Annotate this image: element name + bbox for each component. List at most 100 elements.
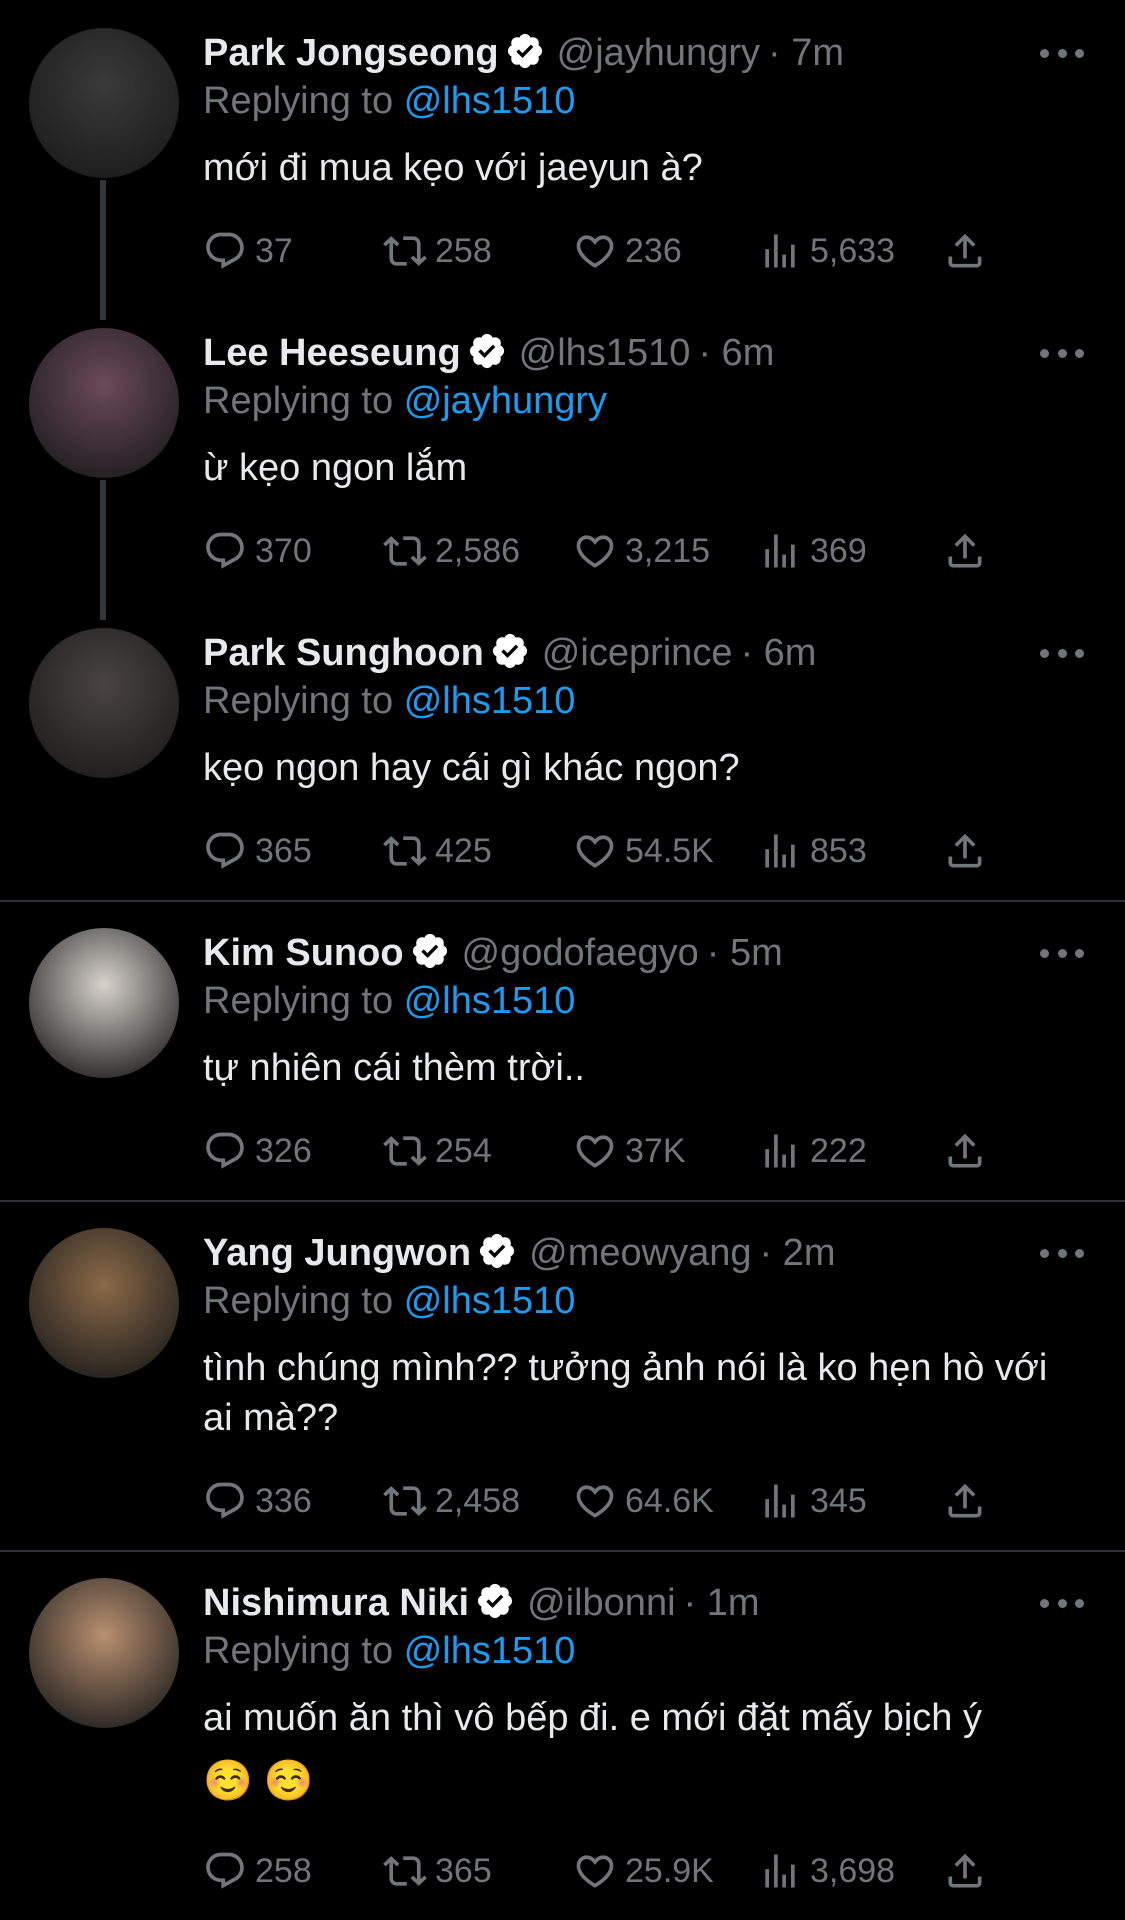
views-button[interactable]: 222 <box>758 1126 867 1176</box>
views-button[interactable]: 853 <box>758 826 867 876</box>
mention-link[interactable]: @lhs1510 <box>404 680 576 722</box>
reply-button[interactable]: 365 <box>203 826 312 876</box>
reply-button[interactable]: 37 <box>203 226 293 276</box>
avatar[interactable] <box>29 628 179 778</box>
retweet-icon <box>383 1479 427 1523</box>
avatar[interactable] <box>29 1228 179 1378</box>
replying-to: Replying to @lhs1510 <box>203 78 575 124</box>
more-dot <box>1075 648 1084 658</box>
reply-button[interactable]: 258 <box>203 1846 312 1896</box>
share-button[interactable] <box>943 526 995 576</box>
share-icon <box>943 529 987 573</box>
verified-badge-icon <box>477 1231 517 1271</box>
timestamp[interactable]: · 7m <box>768 32 844 74</box>
tweet-header: Nishimura Niki @ilbonni · 1m <box>203 1580 760 1626</box>
reply-count: 365 <box>255 831 312 870</box>
tweet-header: Park Jongseong @jayhungry · 7m <box>203 30 844 76</box>
like-icon <box>573 529 617 573</box>
views-button[interactable]: 345 <box>758 1476 867 1526</box>
like-button[interactable]: 236 <box>573 226 682 276</box>
reply-button[interactable]: 336 <box>203 1476 312 1526</box>
retweet-count: 365 <box>435 1851 492 1890</box>
more-icon[interactable] <box>1040 1243 1084 1263</box>
like-button[interactable]: 37K <box>573 1126 686 1176</box>
replying-to-label: Replying to <box>203 1630 394 1672</box>
like-icon <box>573 1479 617 1523</box>
user-handle[interactable]: @meowyang <box>529 1232 751 1274</box>
user-handle[interactable]: @ilbonni <box>527 1582 675 1624</box>
more-icon[interactable] <box>1040 643 1084 663</box>
tweet-actions: 37 258 236 5,633 <box>203 226 1003 276</box>
mention-link[interactable]: @lhs1510 <box>404 1280 576 1322</box>
like-button[interactable]: 64.6K <box>573 1476 714 1526</box>
share-button[interactable] <box>943 1126 995 1176</box>
reply-button[interactable]: 326 <box>203 1126 312 1176</box>
display-name[interactable]: Lee Heeseung <box>203 332 461 374</box>
mention-link[interactable]: @jayhungry <box>404 380 607 422</box>
retweet-button[interactable]: 258 <box>383 226 492 276</box>
display-name[interactable]: Yang Jungwon <box>203 1232 471 1274</box>
views-icon <box>758 529 802 573</box>
timestamp[interactable]: · 1m <box>684 1582 760 1624</box>
views-icon <box>758 1129 802 1173</box>
reply-count: 370 <box>255 531 312 570</box>
more-dot <box>1057 348 1067 358</box>
mention-link[interactable]: @lhs1510 <box>404 1630 576 1672</box>
avatar[interactable] <box>29 1578 179 1728</box>
verified-badge-icon <box>467 331 507 371</box>
user-handle[interactable]: @jayhungry <box>557 32 760 74</box>
user-handle[interactable]: @lhs1510 <box>519 332 691 374</box>
avatar[interactable] <box>29 328 179 478</box>
timestamp[interactable]: · 2m <box>759 1232 835 1274</box>
retweet-button[interactable]: 425 <box>383 826 492 876</box>
like-count: 37K <box>625 1131 686 1170</box>
display-name[interactable]: Kim Sunoo <box>203 932 404 974</box>
replying-to: Replying to @jayhungry <box>203 378 607 424</box>
retweet-button[interactable]: 2,586 <box>383 526 520 576</box>
like-icon <box>573 1849 617 1893</box>
like-count: 25.9K <box>625 1851 714 1890</box>
mention-link[interactable]: @lhs1510 <box>404 980 576 1022</box>
views-count: 369 <box>810 531 867 570</box>
views-count: 853 <box>810 831 867 870</box>
views-button[interactable]: 3,698 <box>758 1846 895 1896</box>
views-button[interactable]: 5,633 <box>758 226 895 276</box>
timestamp[interactable]: · 6m <box>698 332 774 374</box>
verified-badge-icon <box>467 331 507 371</box>
share-button[interactable] <box>943 826 995 876</box>
more-icon[interactable] <box>1040 343 1084 363</box>
like-button[interactable]: 54.5K <box>573 826 714 876</box>
reply-button[interactable]: 370 <box>203 526 312 576</box>
retweet-count: 2,458 <box>435 1481 521 1520</box>
more-icon[interactable] <box>1040 1593 1084 1613</box>
like-button[interactable]: 25.9K <box>573 1846 714 1896</box>
share-button[interactable] <box>943 226 995 276</box>
avatar[interactable] <box>29 28 179 178</box>
more-icon[interactable] <box>1040 943 1084 963</box>
thread-connector-line <box>100 480 106 620</box>
retweet-icon <box>383 529 427 573</box>
like-icon <box>573 1129 617 1173</box>
user-handle[interactable]: @iceprince <box>542 632 733 674</box>
timestamp[interactable]: · 5m <box>707 932 783 974</box>
timestamp[interactable]: · 6m <box>740 632 816 674</box>
retweet-button[interactable]: 365 <box>383 1846 492 1896</box>
share-button[interactable] <box>943 1476 995 1526</box>
retweet-button[interactable]: 2,458 <box>383 1476 520 1526</box>
display-name[interactable]: Park Jongseong <box>203 32 499 74</box>
more-icon[interactable] <box>1040 43 1084 63</box>
like-button[interactable]: 3,215 <box>573 526 710 576</box>
display-name[interactable]: Nishimura Niki <box>203 1582 469 1624</box>
views-count: 5,633 <box>810 231 896 270</box>
views-button[interactable]: 369 <box>758 526 867 576</box>
mention-link[interactable]: @lhs1510 <box>404 80 576 122</box>
display-name[interactable]: Park Sunghoon <box>203 632 484 674</box>
retweet-button[interactable]: 254 <box>383 1126 492 1176</box>
retweet-count: 258 <box>435 231 492 270</box>
avatar[interactable] <box>29 928 179 1078</box>
tweet-actions: 365 425 54.5K 853 <box>203 826 1003 876</box>
share-button[interactable] <box>943 1846 995 1896</box>
more-dot <box>1040 48 1049 58</box>
more-dot <box>1075 348 1084 358</box>
user-handle[interactable]: @godofaegyo <box>462 932 699 974</box>
